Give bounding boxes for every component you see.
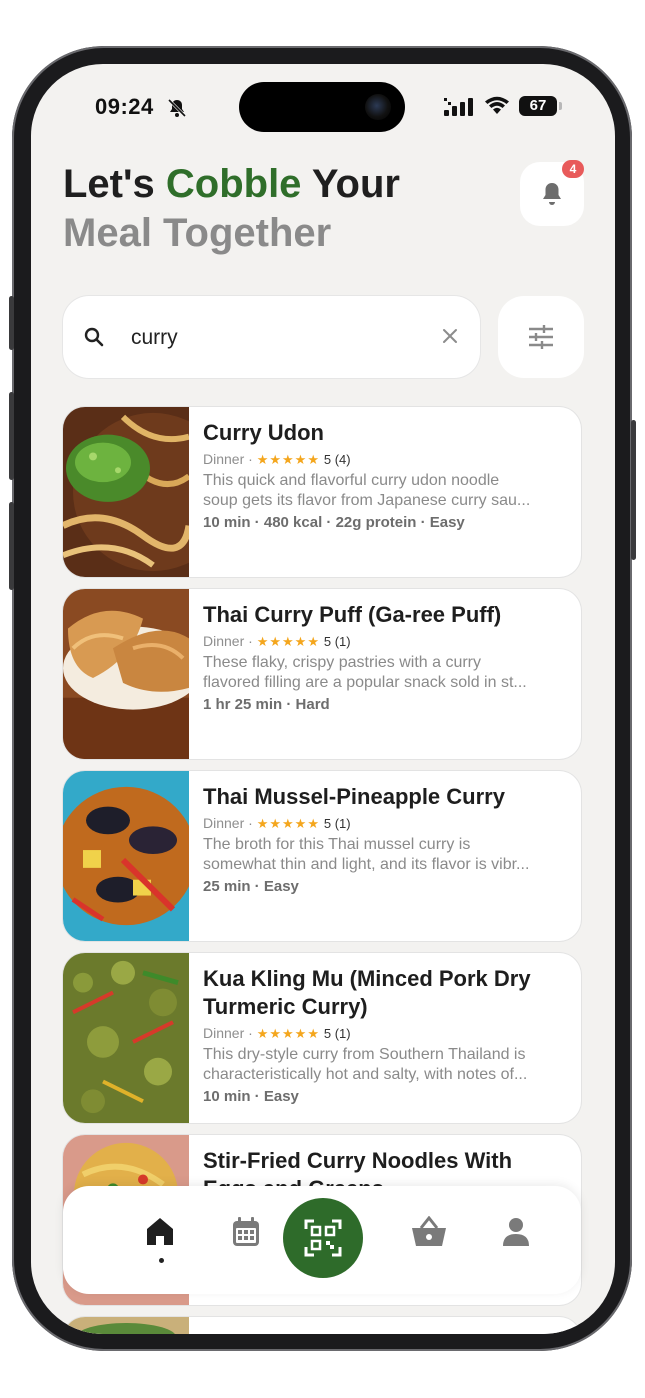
- action-button: [9, 296, 14, 350]
- silent-bell-icon: [167, 98, 187, 118]
- title-part-1: Let's: [63, 162, 166, 206]
- title-line-2: Meal Together: [63, 211, 332, 255]
- filter-sliders-icon: [529, 325, 553, 349]
- recipe-image-kua-kling-mu: [63, 953, 189, 1123]
- basket-icon[interactable]: [411, 1216, 447, 1248]
- recipe-title: Kua Kling Mu (Minced Pork Dry Turmeric C…: [203, 966, 531, 1019]
- active-indicator: [159, 1258, 164, 1263]
- recipe-description: This quick and flavorful curry udon nood…: [203, 472, 531, 509]
- search-input[interactable]: [129, 322, 413, 354]
- filter-button[interactable]: [498, 296, 584, 378]
- scan-button[interactable]: [283, 1198, 363, 1278]
- recipe-category: Dinner: [203, 633, 245, 649]
- recipe-stats: 25 min · Easy: [203, 878, 299, 895]
- recipe-title: Thai Curry Puff (Ga-ree Puff): [203, 602, 502, 627]
- search-icon: [84, 327, 104, 347]
- volume-up-button: [9, 392, 14, 480]
- recipe-meta: Dinner · ★★★★★ 5 (1): [203, 1025, 351, 1041]
- recipe-rating: 5 (1): [323, 816, 351, 831]
- wifi-icon: [485, 96, 509, 114]
- home-icon[interactable]: [145, 1216, 175, 1248]
- notifications-button[interactable]: 4: [520, 160, 584, 226]
- bottom-navigation: [63, 1186, 581, 1294]
- recipe-description: The broth for this Thai mussel curry is s…: [203, 836, 530, 873]
- recipe-title: Thai Mussel-Pineapple Curry: [203, 784, 505, 809]
- profile-icon[interactable]: [501, 1216, 531, 1248]
- page-title: Let's Cobble Your Meal Together: [63, 160, 400, 258]
- battery-tip: [559, 102, 562, 110]
- recipe-rating: 5 (4): [323, 452, 351, 467]
- rating-stars-icon: ★★★★★: [256, 634, 320, 649]
- title-part-2: Your: [301, 162, 400, 206]
- recipe-rating: 5 (1): [323, 634, 351, 649]
- recipe-image-thai-curry-puff: [63, 589, 189, 759]
- recipe-stats: 1 hr 25 min · Hard: [203, 696, 330, 713]
- power-button: [631, 420, 636, 560]
- rating-stars-icon: ★★★★★: [256, 452, 320, 467]
- search-bar: [63, 296, 480, 378]
- recipe-image-thai-mussel-curry: [63, 771, 189, 941]
- recipe-rating: 5 (1): [323, 1026, 351, 1041]
- signal-icon: [444, 98, 473, 116]
- volume-down-button: [9, 502, 14, 590]
- recipe-description: These flaky, crispy pastries with a curr…: [203, 654, 527, 691]
- app-screen: 09:24 67 Let's Cobble Your Meal Together…: [31, 64, 615, 1334]
- status-time: 09:24: [95, 94, 154, 119]
- recipe-meta: Dinner · ★★★★★ 5 (4): [203, 451, 351, 467]
- battery-indicator: 67: [519, 96, 557, 116]
- recipe-card-thai-mussel-pineapple-curry[interactable]: Thai Mussel-Pineapple Curry Dinner · ★★★…: [63, 771, 581, 941]
- recipe-card-curry-udon[interactable]: Curry Udon Dinner · ★★★★★ 5 (4) This qui…: [63, 407, 581, 577]
- recipe-image-partial: [63, 1317, 189, 1334]
- recipe-title: Curry Udon: [203, 420, 324, 445]
- recipe-stats: 10 min · 480 kcal · 22g protein · Easy: [203, 514, 465, 531]
- rating-stars-icon: ★★★★★: [256, 1026, 320, 1041]
- recipe-category: Dinner: [203, 1025, 245, 1041]
- qr-scan-icon: [304, 1219, 342, 1257]
- notification-badge: 4: [562, 160, 584, 178]
- recipe-card-partial[interactable]: [63, 1317, 581, 1334]
- title-brand: Cobble: [165, 162, 302, 206]
- recipe-description: This dry-style curry from Southern Thail…: [203, 1046, 528, 1083]
- recipe-meta: Dinner · ★★★★★ 5 (1): [203, 633, 351, 649]
- recipe-category: Dinner: [203, 451, 245, 467]
- rating-stars-icon: ★★★★★: [256, 816, 320, 831]
- calendar-icon[interactable]: [231, 1216, 261, 1248]
- recipe-card-thai-curry-puff[interactable]: Thai Curry Puff (Ga-ree Puff) Dinner · ★…: [63, 589, 581, 759]
- recipe-card-kua-kling-mu[interactable]: Kua Kling Mu (Minced Pork Dry Turmeric C…: [63, 953, 581, 1123]
- dynamic-island: [239, 82, 405, 132]
- recipe-stats: 10 min · Easy: [203, 1088, 299, 1105]
- recipe-image-curry-udon: [63, 407, 189, 577]
- recipe-category: Dinner: [203, 815, 245, 831]
- clear-search-icon[interactable]: [439, 325, 461, 347]
- camera-icon: [365, 94, 391, 120]
- recipe-meta: Dinner · ★★★★★ 5 (1): [203, 815, 351, 831]
- bell-icon: [543, 183, 561, 205]
